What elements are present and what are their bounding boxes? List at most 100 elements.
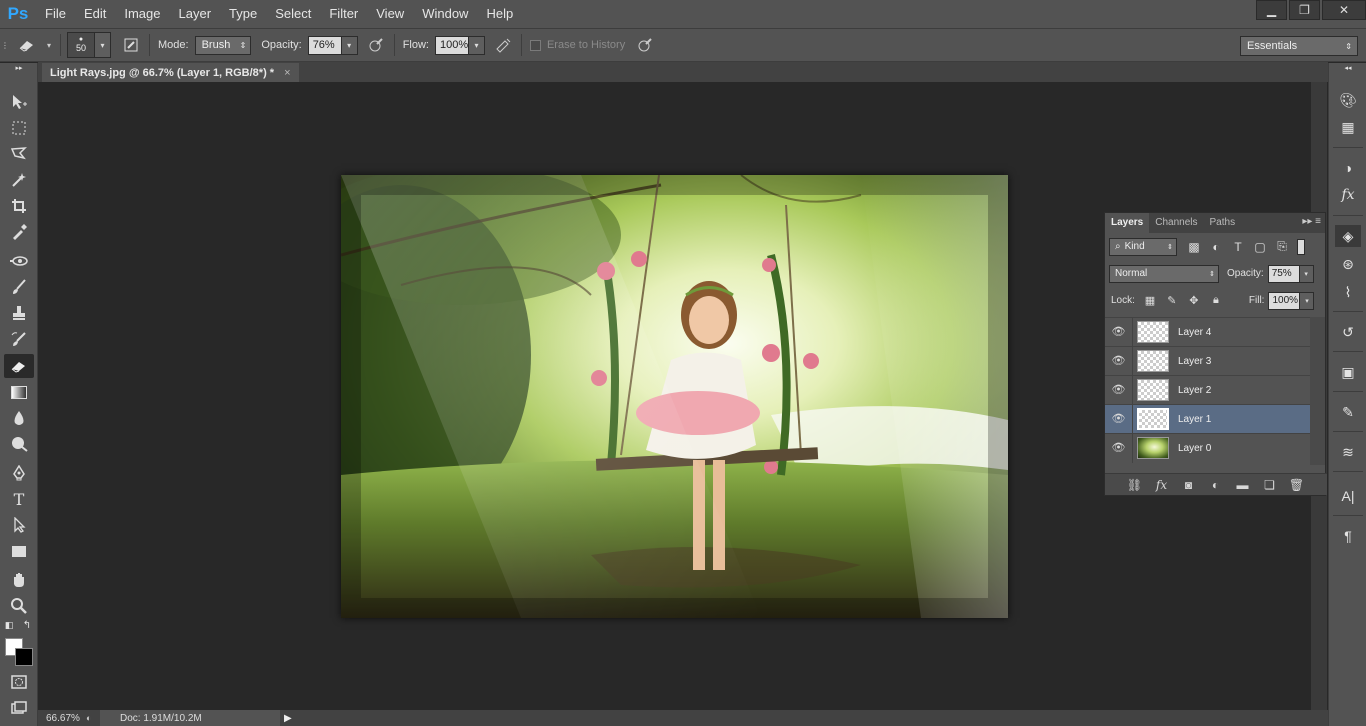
path-selection-icon[interactable] xyxy=(4,513,34,537)
history-panel-icon[interactable]: ↺ xyxy=(1335,321,1361,343)
menu-window[interactable]: Window xyxy=(413,0,477,28)
new-layer-icon[interactable]: ❏ xyxy=(1256,478,1283,492)
swap-colors-icon[interactable]: ↰ xyxy=(20,619,34,631)
layer-row-layer-1[interactable]: 👁︎ Layer 1 xyxy=(1105,404,1312,434)
zoom-tool-icon[interactable] xyxy=(4,594,34,618)
brush-panel-icon[interactable]: ≋ xyxy=(1335,441,1361,463)
pressure-size-icon[interactable] xyxy=(633,34,657,56)
opacity-input[interactable]: 76% xyxy=(307,35,342,55)
eraser-tool-active-icon[interactable] xyxy=(4,354,34,378)
tool-preset-dropdown-icon[interactable]: ▾ xyxy=(44,34,54,56)
filter-kind-select[interactable]: ⌕ Kind ⇕ xyxy=(1109,237,1177,256)
filter-shape-icon[interactable]: ▢ xyxy=(1249,240,1271,254)
blur-tool-icon[interactable] xyxy=(4,406,34,430)
lock-all-icon[interactable]: 🔒︎ xyxy=(1205,294,1227,307)
blend-mode-select[interactable]: Normal ⇕ xyxy=(1109,264,1219,283)
fill-input[interactable]: 100% xyxy=(1268,291,1301,310)
background-color-swatch[interactable] xyxy=(15,648,33,666)
history-brush-icon[interactable] xyxy=(4,327,34,351)
fill-dropdown-icon[interactable]: ▾ xyxy=(1300,291,1315,310)
panel-menu-icon[interactable]: ▸▸ ≡ xyxy=(1302,216,1321,227)
airbrush-icon[interactable] xyxy=(491,34,515,56)
brush-tool-icon[interactable] xyxy=(4,275,34,299)
magic-wand-icon[interactable] xyxy=(4,168,34,192)
flow-dropdown-icon[interactable]: ▾ xyxy=(468,35,485,55)
panel-collapse-icon[interactable]: ⋮ xyxy=(0,34,10,56)
menu-type[interactable]: Type xyxy=(220,0,266,28)
adjustments-panel-icon[interactable]: ◑ xyxy=(1335,157,1361,179)
menu-edit[interactable]: Edit xyxy=(75,0,115,28)
layer-opacity-dropdown-icon[interactable]: ▾ xyxy=(1299,264,1314,283)
hand-tool-icon[interactable] xyxy=(4,568,34,592)
layer-row-layer-0[interactable]: 👁︎ Layer 0 xyxy=(1105,433,1312,463)
brush-preset-dropdown-icon[interactable]: ▾ xyxy=(95,32,111,58)
mode-select[interactable]: Brush ⇕ xyxy=(194,35,252,55)
layer-row-layer-3[interactable]: 👁︎ Layer 3 xyxy=(1105,346,1312,376)
tab-layers[interactable]: Layers xyxy=(1105,213,1150,233)
workspace-switcher[interactable]: Essentials ⇕ xyxy=(1240,36,1358,56)
menu-help[interactable]: Help xyxy=(477,0,522,28)
marquee-tool-icon[interactable] xyxy=(4,116,34,140)
move-tool-icon[interactable] xyxy=(4,90,34,114)
dodge-tool-icon[interactable] xyxy=(4,432,34,456)
close-tab-icon[interactable]: × xyxy=(284,67,290,79)
filter-pixel-icon[interactable]: ▩ xyxy=(1183,240,1205,254)
menu-file[interactable]: File xyxy=(36,0,75,28)
visibility-eye-icon[interactable]: 👁︎ xyxy=(1105,346,1133,376)
toolbar-collapse-icon[interactable]: ▸▸ xyxy=(4,63,34,73)
crop-tool-icon[interactable] xyxy=(4,194,34,218)
dock-collapse-icon[interactable]: ◂◂ xyxy=(1335,63,1361,73)
menu-view[interactable]: View xyxy=(367,0,413,28)
brush-panel-toggle-icon[interactable] xyxy=(119,34,143,56)
eyedropper-tool-icon[interactable] xyxy=(4,220,34,244)
gradient-tool-icon[interactable] xyxy=(4,380,34,404)
paragraph-panel-icon[interactable]: ¶ xyxy=(1335,525,1361,547)
document-tab[interactable]: Light Rays.jpg @ 66.7% (Layer 1, RGB/8*)… xyxy=(42,63,299,82)
pen-tool-icon[interactable] xyxy=(4,461,34,485)
layers-scrollbar[interactable] xyxy=(1310,317,1325,465)
minimize-icon[interactable]: ▁ xyxy=(1256,0,1287,20)
restore-icon[interactable]: ❐ xyxy=(1289,0,1320,20)
lock-position-icon[interactable]: ✥ xyxy=(1183,294,1205,307)
delete-layer-icon[interactable]: 🗑︎ xyxy=(1283,478,1310,492)
menu-image[interactable]: Image xyxy=(115,0,169,28)
visibility-eye-icon[interactable]: 👁︎ xyxy=(1105,375,1133,405)
tab-channels[interactable]: Channels xyxy=(1149,213,1203,233)
styles-panel-icon[interactable]: fx xyxy=(1335,184,1361,206)
properties-panel-icon[interactable]: ▣ xyxy=(1335,361,1361,383)
type-tool-icon[interactable]: T xyxy=(4,487,34,511)
filter-type-icon[interactable]: T xyxy=(1227,240,1249,254)
swatches-panel-icon[interactable]: ▦ xyxy=(1335,116,1361,138)
opacity-dropdown-icon[interactable]: ▾ xyxy=(341,35,358,55)
erase-to-history-checkbox[interactable] xyxy=(529,39,541,51)
layer-row-layer-4[interactable]: 👁︎ Layer 4 xyxy=(1105,317,1312,347)
new-adjustment-layer-icon[interactable]: ◐ xyxy=(1202,478,1229,492)
clone-stamp-icon[interactable] xyxy=(4,301,34,325)
tab-paths[interactable]: Paths xyxy=(1204,213,1242,233)
new-group-icon[interactable]: ▬ xyxy=(1229,478,1256,492)
link-layers-icon[interactable]: ⛓ xyxy=(1121,478,1148,492)
add-mask-icon[interactable]: ◙ xyxy=(1175,478,1202,492)
pressure-opacity-icon[interactable] xyxy=(364,34,388,56)
filter-adjustment-icon[interactable]: ◐ xyxy=(1205,240,1227,254)
brush-preset-picker[interactable]: ● 50 xyxy=(67,32,95,58)
quick-mask-icon[interactable] xyxy=(4,670,34,694)
lock-image-pixels-icon[interactable]: ✎ xyxy=(1161,294,1183,307)
character-panel-icon[interactable]: A| xyxy=(1335,485,1361,507)
menu-layer[interactable]: Layer xyxy=(170,0,221,28)
zoom-level[interactable]: 66.67% xyxy=(38,713,86,724)
add-layer-style-icon[interactable]: fx xyxy=(1148,478,1175,492)
filter-smart-object-icon[interactable]: ⎘ xyxy=(1271,239,1293,254)
status-menu-arrow-icon[interactable]: ▶ xyxy=(284,713,292,724)
layers-panel-icon[interactable]: ◈ xyxy=(1335,225,1361,247)
close-icon[interactable]: ✕ xyxy=(1322,0,1366,20)
default-colors-icon[interactable]: ◧ xyxy=(2,619,16,631)
brush-presets-panel-icon[interactable]: ✎ xyxy=(1335,401,1361,423)
menu-select[interactable]: Select xyxy=(266,0,320,28)
eraser-tool-icon[interactable] xyxy=(10,34,44,56)
document-canvas-image[interactable] xyxy=(341,175,1008,618)
visibility-eye-icon[interactable]: 👁︎ xyxy=(1105,317,1133,347)
screen-mode-icon[interactable] xyxy=(4,696,34,720)
visibility-eye-icon[interactable]: 👁︎ xyxy=(1105,404,1133,434)
lasso-tool-icon[interactable] xyxy=(4,142,34,166)
